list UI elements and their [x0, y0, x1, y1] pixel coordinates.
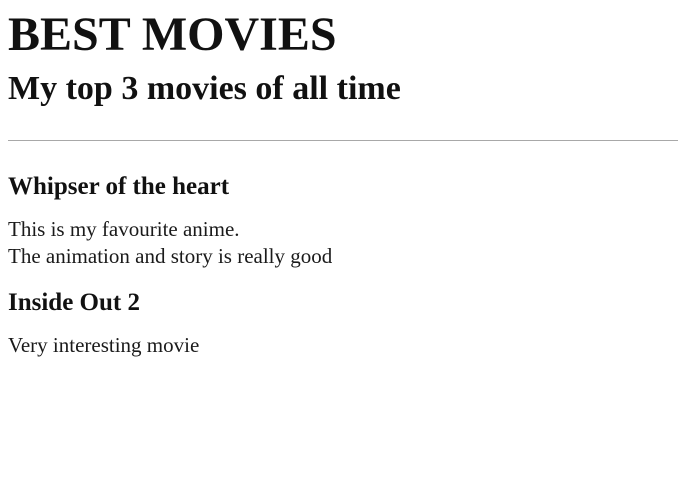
- movie-description-line: Very interesting movie: [8, 333, 200, 357]
- divider: [8, 140, 678, 141]
- movie-title: Whipser of the heart: [8, 173, 230, 200]
- movie-title: Inside Out 2: [8, 289, 140, 316]
- page-subtitle: My top 3 movies of all time: [8, 70, 401, 107]
- movie-description-line: This is my favourite anime.: [8, 217, 240, 241]
- movie-description: Very interesting movie: [8, 332, 678, 359]
- movie-description: This is my favourite anime. The animatio…: [8, 216, 678, 270]
- movie-description-line: The animation and story is really good: [8, 244, 333, 268]
- page-title: BEST MOVIES: [8, 8, 337, 61]
- movie-entry: Inside Out 2 Very interesting movie: [8, 288, 678, 359]
- movie-entry: Whipser of the heart This is my favourit…: [8, 172, 678, 270]
